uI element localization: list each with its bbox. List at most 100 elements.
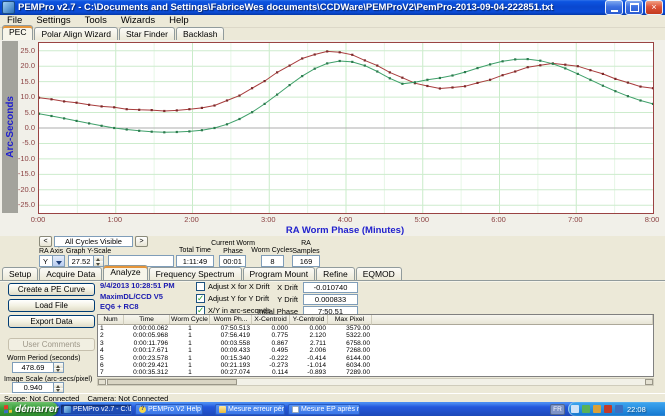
y-tick-label: 15.0 [20, 76, 35, 86]
table-cell: 0.867 [271, 339, 288, 347]
create-a-pe-curve-button[interactable]: Create a PE Curve [8, 283, 95, 296]
next-cycle-button[interactable]: > [135, 236, 148, 247]
table-cell: 0:00:23.578 [133, 354, 168, 362]
tab-frequency-spectrum[interactable]: Frequency Spectrum [148, 267, 242, 280]
scrollbar-thumb[interactable] [107, 379, 237, 385]
prev-cycle-button[interactable]: < [39, 236, 52, 247]
y-tick-label: 25.0 [20, 45, 35, 55]
tab-setup[interactable]: Setup [2, 267, 39, 280]
close-button[interactable]: × [645, 0, 663, 15]
plot-area[interactable] [37, 42, 655, 214]
table-cell: 07:56.419 [220, 332, 250, 340]
tab-polar-align-wizard[interactable]: Polar Align Wizard [34, 27, 118, 40]
tab-star-finder[interactable]: Star Finder [118, 27, 175, 40]
adjust-x-for-x-drift-checkbox[interactable] [196, 282, 205, 291]
menu-settings[interactable]: Settings [29, 15, 77, 27]
y-tick-label: -25.0 [17, 200, 35, 210]
pe-curve-chart [37, 43, 655, 213]
table-cell: 0.775 [271, 332, 288, 340]
column-header-time[interactable]: Time [124, 315, 170, 325]
tab-backlash[interactable]: Backlash [175, 27, 225, 40]
chevron-down-icon[interactable] [52, 256, 64, 266]
table-cell: -0.273 [269, 361, 288, 369]
column-header-y-centroid[interactable]: Y-Centroid [290, 315, 328, 325]
shield-icon[interactable] [582, 405, 590, 413]
table-cell: 5 [100, 354, 104, 362]
table-horizontal-scrollbar[interactable] [97, 378, 654, 386]
column-header-x-centroid[interactable]: X-Centroid [252, 315, 290, 325]
table-row[interactable]: 2 0:00:05.968 1 07:56.419 0.775 2.120 5322.00 [98, 332, 653, 339]
alert-icon[interactable] [604, 405, 612, 413]
taskbar-item-pempro-v2-7-c-doc[interactable]: PEMPro v2.7 - C:\Doc... [60, 403, 132, 415]
network-icon[interactable] [593, 405, 601, 413]
menu-tools[interactable]: Tools [78, 15, 114, 27]
x-tick-label: 5:00 [414, 215, 430, 224]
help-icon: ? [139, 405, 146, 413]
spin-down-icon[interactable] [54, 387, 63, 392]
table-cell: 1 [188, 347, 192, 355]
table-row[interactable]: 1 0:00:00.062 1 07:50.513 0.000 0.000 3579.00 [98, 325, 653, 332]
table-cell: -0.222 [269, 354, 288, 362]
window-title: PEMPro v2.7 - C:\Documents and Settings\… [18, 2, 554, 13]
y-tick-label: -5.0 [22, 138, 35, 148]
table-row[interactable]: 3 0:00:11.796 1 00:03.558 0.867 2.711 6758.00 [98, 340, 653, 347]
table-row[interactable]: 6 0:00:29.421 1 00:21.193 -0.273 -1.014 6034.0… [98, 362, 653, 369]
tab-analyze[interactable]: Analyze [103, 265, 148, 280]
tab-pec[interactable]: PEC [2, 25, 34, 40]
x-drift-value: -0.010740 [303, 282, 358, 293]
taskbar-item-pempro-v2-help[interactable]: ? PEMPro V2 Help [135, 403, 203, 415]
volume-icon[interactable] [571, 405, 579, 413]
taskbar-clock: 22:08 [627, 404, 646, 414]
taskbar-item-label: PEMPro V2 Help [148, 405, 201, 413]
tab-acquire-data[interactable]: Acquire Data [39, 267, 103, 280]
y-tick-label: 0.0 [24, 123, 35, 132]
maximize-button[interactable] [625, 0, 643, 15]
column-header-worm-ph[interactable]: Worm Ph... [210, 315, 252, 325]
table-cell: 6758.00 [346, 339, 370, 347]
column-header-max-pixel[interactable]: Max Pixel [328, 315, 372, 325]
table-cell: 6144.00 [346, 354, 370, 362]
worm-cycles-label: Worm Cycles [251, 247, 293, 254]
x-tick-label: 8:00 [644, 215, 660, 224]
scheduler-icon[interactable] [615, 405, 623, 413]
table-cell: 5322.00 [346, 332, 370, 340]
ra-axis-value: Y [43, 256, 49, 266]
worm-period-stepper[interactable]: 478.69 [12, 362, 64, 373]
column-header-num[interactable]: Num [98, 315, 124, 325]
table-cell: 0:00:05.968 [133, 332, 168, 340]
table-row[interactable]: 4 0:00:17.671 1 00:09.433 0.495 2.006 7268.00 [98, 347, 653, 354]
table-cell: 2 [100, 332, 104, 340]
session-info-line: MaximDL/CCD V5 [100, 291, 163, 301]
tab-program-mount[interactable]: Program Mount [242, 267, 316, 280]
tab-eqmod[interactable]: EQMOD [355, 267, 402, 280]
load-file-button[interactable]: Load File [8, 299, 95, 312]
adjust-y-for-y-drift-checkbox[interactable]: ✓ [196, 294, 205, 303]
column-header-filler [372, 315, 653, 325]
spin-down-icon[interactable] [54, 367, 63, 372]
tab-refine[interactable]: Refine [316, 267, 355, 280]
image-scale-stepper[interactable]: 0.940 [12, 382, 64, 393]
image-scale-value: 0.940 [23, 383, 43, 392]
export-data-button[interactable]: Export Data [8, 315, 95, 328]
scroll-right-icon[interactable] [645, 379, 653, 385]
minimize-button[interactable] [605, 0, 623, 15]
taskbar-item-mesure-erreur-p-riod[interactable]: Mesure erreur périod... [215, 403, 285, 415]
column-header-worm-cycle[interactable]: Worm Cycle [170, 315, 210, 325]
y-scale-value: 27.52 [71, 256, 91, 266]
x-tick-label: 0:00 [30, 215, 46, 224]
taskbar-item-label: Mesure EP après nor... [301, 405, 359, 413]
table-row[interactable]: 7 0:00:35.312 1 00:27.074 0.114 -0.893 7289.00 [98, 369, 653, 376]
taskbar-item-label: Mesure erreur périod... [228, 405, 285, 413]
title-bar: PEMPro v2.7 - C:\Documents and Settings\… [0, 0, 665, 15]
scroll-left-icon[interactable] [98, 379, 106, 385]
table-row[interactable]: 5 0:00:23.578 1 00:15.340 -0.222 -0.414 6144.0… [98, 355, 653, 362]
table-cell: -0.893 [307, 369, 326, 377]
menu-wizards[interactable]: Wizards [114, 15, 162, 27]
table-cell: 6 [100, 361, 104, 369]
menu-help[interactable]: Help [162, 15, 196, 27]
taskbar-item-mesure-ep-apr-s-nor[interactable]: Mesure EP après nor... [288, 403, 360, 415]
cycles-visible-box: All Cycles Visible [54, 236, 133, 247]
start-button[interactable]: démarrer [0, 402, 58, 416]
table-cell: 1 [188, 354, 192, 362]
language-badge[interactable]: FR [550, 403, 565, 415]
